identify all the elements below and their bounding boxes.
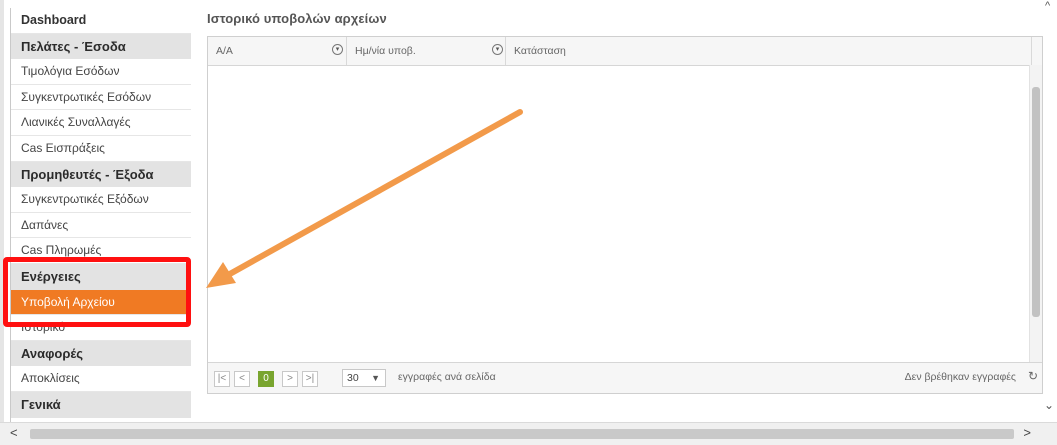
scroll-up-icon[interactable]: ^ [1045, 0, 1050, 12]
window-left-edge [0, 0, 4, 422]
sidebar-header-suppliers: Προμηθευτές - Έξοδα [11, 161, 191, 188]
submissions-grid: Α/Α ▾ Ημ/νία υποβ. ▾ Κατάσταση |< < 0 > … [207, 36, 1043, 394]
grid-scrollbar[interactable] [1029, 65, 1042, 363]
sidebar-item-deviations[interactable]: Αποκλίσεις [11, 366, 191, 392]
filter-icon[interactable]: ▾ [492, 44, 503, 55]
page-size-select[interactable]: 30 ▼ [342, 369, 386, 387]
sidebar-header-actions: Ενέργειες [11, 263, 191, 290]
filter-icon[interactable]: ▾ [332, 44, 343, 55]
sidebar-item-submit-file[interactable]: Υποβολή Αρχείου [11, 289, 191, 316]
empty-records-text: Δεν βρέθηκαν εγγραφές [904, 371, 1016, 383]
scroll-left-icon[interactable]: < [10, 425, 18, 440]
horizontal-scrollbar-thumb[interactable] [30, 429, 1014, 439]
chevron-down-icon: ▼ [371, 373, 380, 383]
sidebar-item-dashboard[interactable]: Dashboard [11, 8, 191, 34]
sidebar-item-cas-receipts[interactable]: Cas Εισπράξεις [11, 136, 191, 162]
sidebar-item-expenses[interactable]: Δαπάνες [11, 213, 191, 239]
grid-header: Α/Α ▾ Ημ/νία υποβ. ▾ Κατάσταση [208, 37, 1042, 66]
first-page-button[interactable]: |< [214, 371, 230, 387]
sidebar-header-reports: Αναφορές [11, 340, 191, 367]
column-label-date: Ημ/νία υποβ. [355, 45, 416, 57]
sidebar-item-cas-payments[interactable]: Cas Πληρωμές [11, 238, 191, 264]
last-page-button[interactable]: >| [302, 371, 318, 387]
sidebar-header-general: Γενικά [11, 391, 191, 418]
pager: |< < 0 > >| 30 ▼ εγγραφές ανά σελίδα Δεν… [208, 362, 1042, 393]
current-page-button[interactable]: 0 [258, 371, 274, 387]
window-vertical-scrollbar[interactable]: ^ ⌄ [1043, 0, 1057, 415]
sidebar-item-expense-summaries[interactable]: Συγκεντρωτικές Εξόδων [11, 187, 191, 213]
per-page-label: εγγραφές ανά σελίδα [398, 371, 496, 383]
scroll-right-icon[interactable]: > [1023, 425, 1031, 440]
refresh-icon[interactable]: ↻ [1028, 369, 1038, 383]
column-label-id: Α/Α [216, 45, 233, 57]
sidebar-item-income-invoices[interactable]: Τιμολόγια Εσόδων [11, 59, 191, 85]
prev-page-button[interactable]: < [234, 371, 250, 387]
sidebar-item-retail-transactions[interactable]: Λιανικές Συναλλαγές [11, 110, 191, 136]
scroll-down-icon[interactable]: ⌄ [1044, 398, 1054, 412]
sidebar: Dashboard Πελάτες - Έσοδα Τιμολόγια Εσόδ… [10, 8, 191, 430]
column-header-id[interactable]: Α/Α ▾ [208, 37, 347, 65]
sidebar-item-income-summaries[interactable]: Συγκεντρωτικές Εσόδων [11, 85, 191, 111]
next-page-button[interactable]: > [282, 371, 298, 387]
page-size-value: 30 [347, 372, 359, 384]
column-header-date[interactable]: Ημ/νία υποβ. ▾ [347, 37, 506, 65]
grid-scrollbar-thumb[interactable] [1032, 87, 1040, 317]
column-header-status[interactable]: Κατάσταση [506, 37, 1032, 65]
column-label-status: Κατάσταση [514, 45, 566, 57]
window-horizontal-scrollbar[interactable]: < > [0, 422, 1057, 445]
page-title: Ιστορικό υποβολών αρχείων [207, 11, 387, 26]
sidebar-item-history[interactable]: Ιστορικό [11, 315, 191, 341]
sidebar-header-customers: Πελάτες - Έσοδα [11, 33, 191, 60]
